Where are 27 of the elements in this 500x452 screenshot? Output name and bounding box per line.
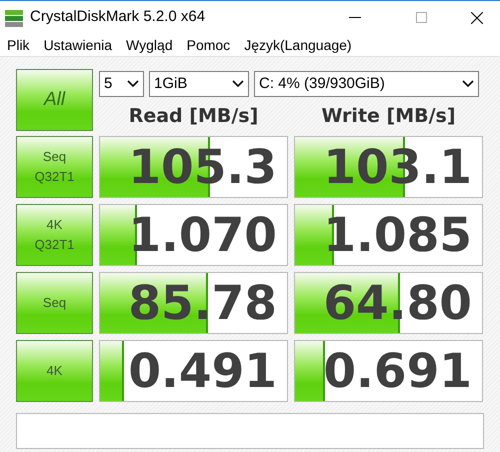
all-button[interactable]: All bbox=[16, 69, 93, 131]
close-icon bbox=[471, 12, 483, 24]
test-button[interactable]: Seq Q32T1 bbox=[16, 136, 93, 198]
test-button[interactable]: Seq bbox=[16, 272, 93, 334]
minimize-icon bbox=[349, 16, 361, 18]
dropdown[interactable]: 5 bbox=[99, 71, 144, 97]
result-value: 0.691 bbox=[323, 348, 472, 394]
maximize-icon bbox=[416, 12, 426, 23]
menu-item[interactable]: Ustawienia bbox=[44, 34, 112, 56]
result-value: 0.491 bbox=[128, 348, 277, 394]
test-button[interactable]: 4K bbox=[16, 340, 93, 402]
app-icon bbox=[4, 8, 24, 28]
column-header: Read [MB/s] bbox=[128, 104, 258, 129]
chevron-icon bbox=[462, 80, 474, 88]
column-header: Write [MB/s] bbox=[321, 104, 456, 129]
chevron-icon bbox=[127, 80, 139, 88]
dropdown[interactable]: 1GiB bbox=[149, 71, 249, 97]
menu-item[interactable]: Język(Language) bbox=[244, 34, 352, 56]
test-button[interactable]: 4K Q32T1 bbox=[16, 204, 93, 266]
menu-item[interactable]: Plik bbox=[7, 34, 30, 56]
window-title: CrystalDiskMark 5.2.0 x64 bbox=[30, 7, 206, 28]
dropdown[interactable]: C: 4% (39/930GiB) bbox=[254, 71, 479, 97]
comment-field[interactable] bbox=[16, 413, 484, 449]
menu-item[interactable]: Wygląd bbox=[126, 34, 173, 56]
chevron-icon bbox=[232, 80, 244, 88]
menu-item[interactable]: Pomoc bbox=[186, 34, 230, 56]
result-value: 64.80 bbox=[323, 280, 472, 326]
